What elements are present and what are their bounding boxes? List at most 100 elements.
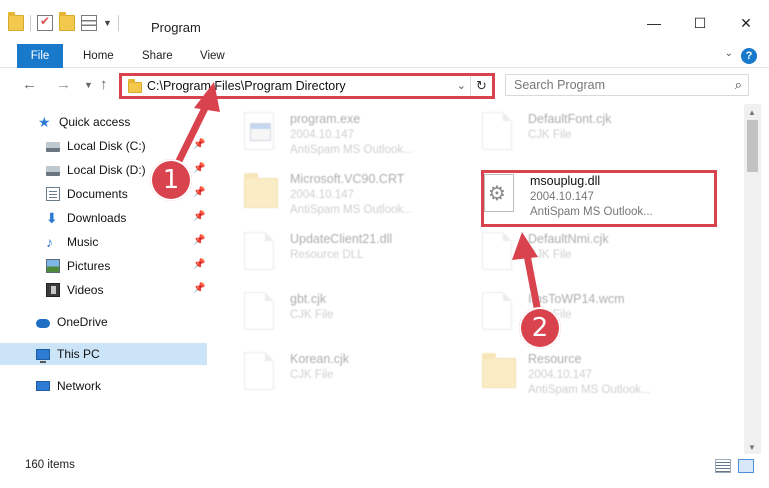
sidebar-item-label: Local Disk (C:) xyxy=(67,139,146,153)
details-view-icon[interactable] xyxy=(715,459,731,473)
file-name: gbt.cjk xyxy=(290,292,327,306)
file-description: AntiSpam MS Outlook... xyxy=(290,144,413,156)
folder-icon xyxy=(128,79,142,93)
properties-icon[interactable] xyxy=(37,14,53,31)
file-item-imstowp14[interactable]: ImsToWP14.wcm CJK File xyxy=(456,284,706,340)
sidebar-item-downloads[interactable]: ⬇ Downloads 📌 xyxy=(0,207,207,229)
onedrive-icon xyxy=(36,319,50,328)
window-controls: — ☐ ✕ xyxy=(631,8,769,38)
back-arrow-icon[interactable]: ← xyxy=(22,76,37,93)
callout-badge-2: 2 xyxy=(519,307,561,349)
file-version: 2004.10.147 xyxy=(290,129,354,141)
documents-icon xyxy=(46,187,60,201)
file-name: DefaultNmi.cjk xyxy=(528,232,609,246)
refresh-icon[interactable]: ↻ xyxy=(470,76,492,96)
sidebar-item-onedrive[interactable]: OneDrive xyxy=(0,311,207,333)
file-type: CJK File xyxy=(290,309,334,321)
file-name: Microsoft.VC90.CRT xyxy=(290,172,405,186)
status-bar: 160 items xyxy=(0,456,769,478)
sidebar-item-quick-access[interactable]: ★ Quick access xyxy=(0,111,207,133)
file-icon xyxy=(244,292,274,330)
expand-ribbon-icon[interactable]: ⌄ xyxy=(725,48,733,59)
vertical-scrollbar[interactable]: ▲ ▼ xyxy=(744,104,761,454)
address-bar[interactable]: C:\Program Files\Program Directory ⌄ ↻ xyxy=(119,73,495,99)
sidebar-item-videos[interactable]: Videos 📌 xyxy=(0,279,207,301)
videos-icon xyxy=(46,283,60,297)
navigation-bar: ← → ▼ ↑ C:\Program Files\Program Directo… xyxy=(0,70,769,102)
sidebar-item-label: Local Disk (D:) xyxy=(67,163,146,177)
file-item-gbt[interactable]: gbt.cjk CJK File xyxy=(218,284,468,340)
file-icon xyxy=(244,232,274,270)
recent-locations-icon[interactable]: ▼ xyxy=(84,80,93,90)
minimize-button[interactable]: — xyxy=(631,8,677,38)
sidebar-item-local-disk-c[interactable]: Local Disk (C:) 📌 xyxy=(0,135,207,157)
pin-icon[interactable]: 📌 xyxy=(193,235,205,246)
address-path[interactable]: C:\Program Files\Program Directory xyxy=(147,79,346,93)
search-icon[interactable]: ⌕ xyxy=(735,77,742,93)
file-item-microsoft-vc90-crt[interactable]: Microsoft.VC90.CRT 2004.10.147 AntiSpam … xyxy=(218,164,468,220)
scroll-down-icon[interactable]: ▼ xyxy=(748,443,756,452)
scroll-thumb[interactable] xyxy=(747,120,758,172)
file-version: 2004.10.147 xyxy=(290,189,354,201)
file-name: ImsToWP14.wcm xyxy=(528,292,625,306)
file-type: Resource DLL xyxy=(290,249,364,261)
chevron-down-icon[interactable]: ⌄ xyxy=(457,79,466,92)
pin-icon[interactable]: 📌 xyxy=(193,139,205,150)
music-icon: ♪ xyxy=(46,234,53,250)
close-button[interactable]: ✕ xyxy=(723,8,769,38)
forward-arrow-icon[interactable]: → xyxy=(56,76,71,93)
tiles-view-icon[interactable] xyxy=(738,459,754,473)
search-input[interactable]: Search Program ⌕ xyxy=(505,74,749,96)
file-item-resource[interactable]: Resource 2004.10.147 AntiSpam MS Outlook… xyxy=(456,344,706,400)
window-title: Program xyxy=(151,20,201,35)
tab-home[interactable]: Home xyxy=(83,44,114,68)
pin-icon[interactable]: 📌 xyxy=(193,211,205,222)
sidebar-item-label: Pictures xyxy=(67,259,111,273)
pin-icon[interactable]: 📌 xyxy=(193,163,205,174)
sidebar-item-pictures[interactable]: Pictures 📌 xyxy=(0,255,207,277)
file-item-program-exe[interactable]: program.exe 2004.10.147 AntiSpam MS Outl… xyxy=(218,104,468,160)
customize-icon[interactable] xyxy=(81,15,97,31)
file-name: Resource xyxy=(528,352,582,366)
file-description: AntiSpam MS Outlook... xyxy=(528,384,651,396)
network-icon xyxy=(36,381,50,391)
folder-icon xyxy=(244,173,278,208)
pin-icon[interactable]: 📌 xyxy=(193,259,205,270)
sidebar-item-music[interactable]: ♪ Music 📌 xyxy=(0,231,207,253)
file-item-defaultfont[interactable]: DefaultFont.cjk CJK File xyxy=(456,104,706,160)
star-icon: ★ xyxy=(38,114,51,130)
chevron-down-icon[interactable]: ▼ xyxy=(103,18,112,28)
file-item-defaultnmi[interactable]: DefaultNmi.cjk CJK File xyxy=(456,224,706,280)
sidebar-item-network[interactable]: Network xyxy=(0,375,207,397)
help-button[interactable]: ? xyxy=(741,48,757,64)
file-description: AntiSpam MS Outlook... xyxy=(290,204,413,216)
file-item-korean[interactable]: Korean.cjk CJK File xyxy=(218,344,468,400)
downloads-icon: ⬇ xyxy=(46,210,58,226)
folder-icon xyxy=(8,12,24,31)
tab-share[interactable]: Share xyxy=(142,44,173,68)
callout-badge-1: 1 xyxy=(150,159,192,201)
file-type: CJK File xyxy=(528,129,572,141)
sidebar-item-label: Videos xyxy=(67,283,104,297)
file-name: DefaultFont.cjk xyxy=(528,112,612,126)
toolbar-separator xyxy=(117,15,119,31)
quick-access-toolbar: ▼ xyxy=(8,12,119,33)
folder-icon xyxy=(482,353,516,388)
new-folder-icon[interactable] xyxy=(59,12,75,31)
highlight-box xyxy=(481,170,717,227)
pin-icon[interactable]: 📌 xyxy=(193,283,205,294)
search-placeholder: Search Program xyxy=(514,78,606,92)
sidebar-item-label: This PC xyxy=(57,347,100,361)
tab-view[interactable]: View xyxy=(200,44,225,68)
drive-icon xyxy=(46,142,60,152)
up-arrow-icon[interactable]: ↑ xyxy=(100,76,108,93)
maximize-button[interactable]: ☐ xyxy=(677,8,723,38)
pin-icon[interactable]: 📌 xyxy=(193,187,205,198)
file-icon xyxy=(482,112,512,150)
sidebar-item-label: Documents xyxy=(67,187,128,201)
tab-file[interactable]: File xyxy=(17,44,63,68)
scroll-up-icon[interactable]: ▲ xyxy=(748,108,756,117)
file-item-updateclient21[interactable]: UpdateClient21.dll Resource DLL xyxy=(218,224,468,280)
file-type: CJK File xyxy=(290,369,334,381)
sidebar-item-this-pc[interactable]: This PC xyxy=(0,343,207,365)
